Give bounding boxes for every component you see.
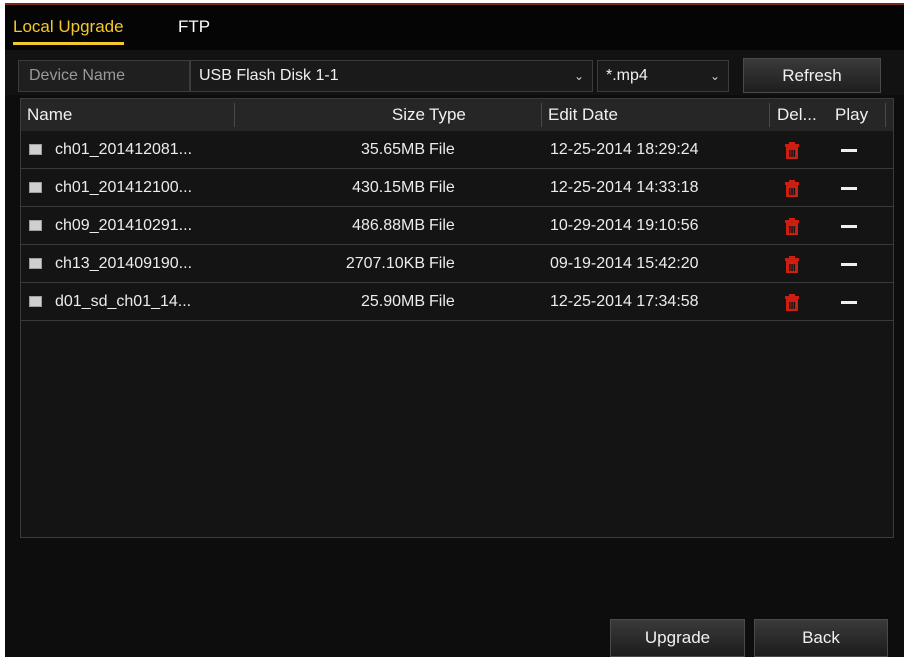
- tab-ftp[interactable]: FTP: [178, 17, 210, 37]
- file-edit-date: 12-25-2014 17:34:58: [550, 293, 699, 310]
- column-divider[interactable]: [769, 103, 770, 127]
- refresh-button[interactable]: Refresh: [743, 58, 881, 93]
- column-header-edit-date[interactable]: Edit Date: [548, 99, 618, 131]
- file-name: ch01_201412100...: [55, 179, 193, 196]
- tab-local-upgrade[interactable]: Local Upgrade: [13, 17, 124, 45]
- file-type-select[interactable]: *.mp4 ⌄: [597, 60, 729, 92]
- file-size: 2707.10KB: [345, 255, 425, 272]
- file-name: ch13_201409190...: [55, 255, 193, 272]
- table-row[interactable]: ch13_201409190... 2707.10KB File 09-19-2014…: [21, 245, 893, 283]
- column-header-play[interactable]: Play: [835, 99, 868, 131]
- file-name: d01_sd_ch01_14...: [55, 293, 192, 310]
- trash-icon[interactable]: [784, 142, 800, 159]
- upgrade-button[interactable]: Upgrade: [610, 619, 745, 657]
- file-edit-date: 10-29-2014 19:10:56: [550, 217, 699, 234]
- file-type: File: [429, 217, 455, 234]
- device-select[interactable]: USB Flash Disk 1-1 ⌄: [190, 60, 593, 92]
- back-button[interactable]: Back: [754, 619, 888, 657]
- file-edit-date: 09-19-2014 15:42:20: [550, 255, 699, 272]
- column-divider[interactable]: [541, 103, 542, 127]
- trash-icon[interactable]: [784, 294, 800, 311]
- dash-icon[interactable]: [841, 149, 857, 152]
- file-icon: [29, 258, 42, 269]
- chevron-down-icon: ⌄: [709, 69, 720, 83]
- file-table: Name Size Type Edit Date Del... Play ch0…: [20, 98, 894, 538]
- device-name-label: Device Name: [18, 60, 190, 92]
- upgrade-window: Local Upgrade FTP Device Name USB Flash …: [5, 3, 904, 657]
- table-row[interactable]: ch01_201412100... 430.15MB File 12-25-2014 …: [21, 169, 893, 207]
- trash-icon[interactable]: [784, 218, 800, 235]
- file-name: ch01_201412081...: [55, 141, 193, 158]
- tab-bar: Local Upgrade FTP: [5, 5, 904, 50]
- dash-icon[interactable]: [841, 301, 857, 304]
- table-row[interactable]: ch09_201410291... 486.88MB File 10-29-2014 …: [21, 207, 893, 245]
- file-type-value: *.mp4: [606, 67, 648, 84]
- dash-icon[interactable]: [841, 225, 857, 228]
- column-divider[interactable]: [885, 103, 886, 127]
- file-type: File: [429, 179, 455, 196]
- file-icon: [29, 220, 42, 231]
- toolbar: Device Name USB Flash Disk 1-1 ⌄ *.mp4 ⌄…: [5, 50, 904, 95]
- file-icon: [29, 144, 42, 155]
- column-header-delete[interactable]: Del...: [777, 99, 817, 131]
- dash-icon[interactable]: [841, 263, 857, 266]
- file-size: 25.90MB: [360, 293, 425, 310]
- file-icon: [29, 182, 42, 193]
- table-row[interactable]: ch01_201412081... 35.65MB File 12-25-2014 1…: [21, 131, 893, 169]
- device-select-value: USB Flash Disk 1-1: [199, 67, 339, 84]
- file-icon: [29, 296, 42, 307]
- trash-icon[interactable]: [784, 256, 800, 273]
- table-header: Name Size Type Edit Date Del... Play: [21, 99, 893, 131]
- chevron-down-icon: ⌄: [573, 69, 584, 83]
- file-type: File: [429, 141, 455, 158]
- table-row[interactable]: d01_sd_ch01_14... 25.90MB File 12-25-2014 1…: [21, 283, 893, 321]
- file-size: 35.65MB: [360, 141, 425, 158]
- file-size: 486.88MB: [352, 217, 425, 234]
- column-header-name[interactable]: Name: [27, 99, 72, 131]
- file-edit-date: 12-25-2014 14:33:18: [550, 179, 699, 196]
- trash-icon[interactable]: [784, 180, 800, 197]
- file-type: File: [429, 255, 455, 272]
- file-edit-date: 12-25-2014 18:29:24: [550, 141, 699, 158]
- file-name: ch09_201410291...: [55, 217, 193, 234]
- column-header-size[interactable]: Size: [235, 99, 425, 131]
- dash-icon[interactable]: [841, 187, 857, 190]
- file-type: File: [429, 293, 455, 310]
- file-size: 430.15MB: [352, 179, 425, 196]
- column-header-type[interactable]: Type: [429, 99, 466, 131]
